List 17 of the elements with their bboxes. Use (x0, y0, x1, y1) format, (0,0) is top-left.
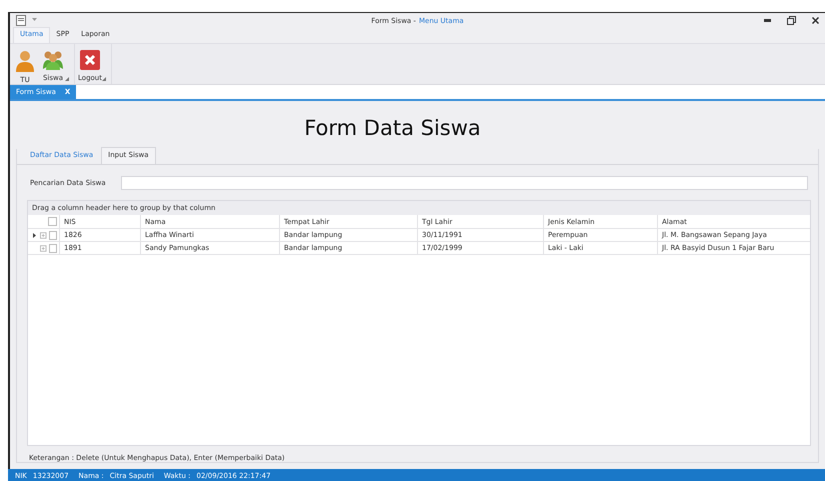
dialog-launcher-icon[interactable] (102, 77, 106, 82)
checkbox[interactable] (48, 217, 57, 226)
close-icon[interactable] (812, 16, 819, 24)
checkbox[interactable] (48, 230, 57, 240)
expand-icon[interactable] (40, 232, 46, 239)
checkbox[interactable] (48, 244, 57, 253)
minimize-icon[interactable] (764, 18, 771, 22)
person-icon (15, 50, 35, 72)
dialog-launcher-icon[interactable] (65, 77, 69, 82)
dropdown-icon[interactable] (32, 18, 37, 22)
expand-icon[interactable] (40, 244, 46, 252)
close-box-icon (80, 50, 100, 70)
people-icon (42, 50, 64, 70)
restore-icon[interactable] (787, 16, 796, 25)
search-field[interactable] (121, 176, 808, 190)
form-heading: Form Data Siswa (303, 115, 482, 142)
app-menu-icon[interactable] (16, 14, 26, 26)
